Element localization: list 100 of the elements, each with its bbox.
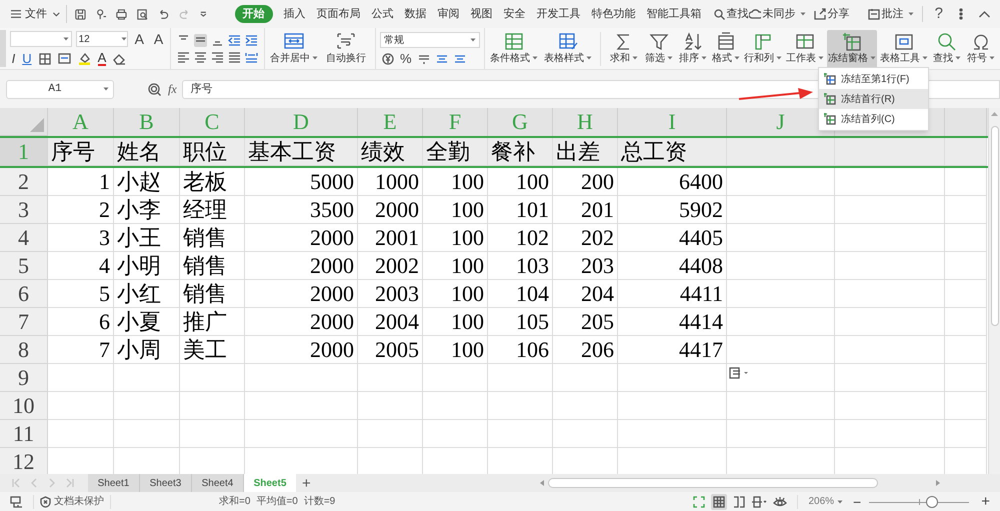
align-right-icon[interactable]: [211, 50, 224, 64]
italic-button[interactable]: I: [12, 52, 16, 65]
row-header[interactable]: 5: [0, 252, 48, 280]
scrollbar-thumb[interactable]: [548, 478, 878, 488]
preview-icon[interactable]: [137, 8, 148, 20]
ribbon-tab[interactable]: 安全: [504, 5, 526, 23]
ribbon-tab[interactable]: 智能工具箱: [646, 5, 702, 23]
font-size-field[interactable]: 12: [76, 31, 128, 47]
eraser-icon[interactable]: [113, 52, 126, 64]
ribbon-tab[interactable]: 页面布局: [316, 5, 361, 23]
ribbon-button[interactable]: 格式: [711, 30, 741, 68]
percent-button[interactable]: %: [400, 52, 412, 65]
fill-color-icon[interactable]: [78, 52, 91, 65]
align-center-icon[interactable]: [194, 50, 208, 64]
underline-button[interactable]: U: [22, 52, 32, 65]
ribbon-button[interactable]: 查找: [931, 30, 963, 68]
ribbon-tab[interactable]: 开发工具: [536, 5, 581, 23]
border-icon[interactable]: [38, 52, 51, 64]
row-header[interactable]: 6: [0, 280, 48, 308]
scrollbar-thumb[interactable]: [990, 126, 998, 326]
undo-icon[interactable]: [158, 8, 170, 20]
print-icon[interactable]: [116, 8, 128, 20]
add-sheet-button[interactable]: +: [302, 476, 311, 490]
menu-icon[interactable]: [11, 9, 22, 19]
row-header[interactable]: 2: [0, 168, 48, 196]
collapse-icon[interactable]: [979, 10, 990, 18]
ribbon-button[interactable]: 冻结窗格: [827, 30, 877, 68]
row-header[interactable]: 12: [0, 448, 48, 474]
align-left-icon[interactable]: [177, 50, 190, 64]
ribbon-button[interactable]: 条件格式: [488, 30, 540, 68]
row-header[interactable]: 4: [0, 224, 48, 252]
ribbon-tab[interactable]: 数据: [404, 5, 427, 23]
decrease-indent-icon[interactable]: [228, 34, 242, 46]
number-format-field[interactable]: 常规: [380, 32, 480, 48]
fullscreen-icon[interactable]: [693, 496, 706, 508]
justify-icon[interactable]: [228, 50, 242, 64]
ribbon-button[interactable]: 行和列: [743, 30, 783, 68]
ribbon-button[interactable]: 筛选: [643, 30, 675, 68]
freeze-icon: [824, 113, 836, 125]
table-cell: 4: [48, 252, 114, 280]
ribbon-tab[interactable]: 视图: [470, 5, 493, 23]
zoom-in-button[interactable]: +: [981, 494, 990, 509]
ribbon-button[interactable]: 表格工具: [879, 30, 929, 68]
help-button[interactable]: ?: [934, 2, 943, 26]
search-button[interactable]: 查找: [714, 6, 749, 22]
menu-item[interactable]: 冻结首行(R): [819, 89, 928, 109]
row-header[interactable]: 9: [0, 364, 48, 392]
page-break-icon[interactable]: [733, 496, 746, 508]
thousands-icon[interactable]: [418, 52, 430, 64]
ribbon-tab[interactable]: 审阅: [438, 5, 460, 23]
name-box[interactable]: A1: [6, 80, 114, 98]
ribbon-button[interactable]: 表格样式: [542, 30, 594, 68]
ribbon-button[interactable]: 排序: [677, 30, 709, 68]
customize-icon[interactable]: [200, 11, 207, 17]
grow-font-button[interactable]: A: [132, 32, 147, 46]
zoom-slider[interactable]: [869, 496, 970, 508]
zoom-level-dropdown[interactable]: 206%: [808, 494, 844, 509]
distributed-icon[interactable]: [245, 50, 258, 64]
zoom-out-button[interactable]: −: [853, 494, 862, 508]
more-icon[interactable]: [959, 8, 963, 20]
row-header[interactable]: 3: [0, 196, 48, 224]
toolbar-button[interactable]: 未同步: [748, 6, 806, 22]
toolbar-button[interactable]: 批注: [868, 6, 914, 22]
wrap-text-button[interactable]: 自动换行: [323, 32, 369, 66]
ribbon-button[interactable]: 符号: [965, 30, 997, 68]
sheet-tab[interactable]: Sheet1: [88, 474, 140, 492]
save-icon[interactable]: [74, 8, 86, 20]
ribbon-button[interactable]: 求和: [607, 30, 641, 68]
currency-icon[interactable]: [382, 52, 394, 64]
sheet-tab[interactable]: Sheet4: [192, 474, 244, 492]
cell-style-icon[interactable]: [58, 52, 71, 64]
zoom-icon[interactable]: [148, 82, 161, 96]
row-header[interactable]: 8: [0, 336, 48, 364]
shrink-font-button[interactable]: A: [150, 32, 166, 46]
font-name-field[interactable]: [10, 31, 72, 47]
slider-thumb[interactable]: [926, 496, 938, 508]
increase-decimal-icon[interactable]: [436, 52, 448, 64]
sheet-tab[interactable]: Sheet3: [140, 474, 192, 492]
toolbar-button[interactable]: 分享: [814, 6, 860, 22]
ribbon-tab[interactable]: 特色功能: [592, 5, 636, 23]
row-header[interactable]: 7: [0, 308, 48, 336]
protection-status[interactable]: 文档未保护: [40, 494, 104, 509]
align-middle-icon[interactable]: [194, 34, 208, 46]
eye-icon[interactable]: [773, 496, 788, 508]
decrease-decimal-icon[interactable]: [454, 52, 466, 64]
row-header[interactable]: 10: [0, 392, 48, 420]
row-header[interactable]: 11: [0, 420, 48, 448]
file-menu[interactable]: 文件: [25, 6, 48, 22]
ribbon-tab[interactable]: 插入: [284, 5, 306, 23]
merge-center-button[interactable]: 合并居中: [271, 32, 317, 66]
ribbon-button[interactable]: 工作表: [785, 30, 825, 68]
function-label[interactable]: fx: [168, 80, 177, 98]
normal-view-icon[interactable]: [711, 494, 728, 510]
ribbon-tab[interactable]: 公式: [372, 5, 394, 23]
paste-options-icon[interactable]: [728, 366, 750, 380]
font-color-button[interactable]: A: [98, 51, 106, 66]
reading-mode-icon[interactable]: [751, 496, 768, 508]
macro-icon[interactable]: [10, 496, 23, 508]
increase-indent-icon[interactable]: [245, 34, 258, 46]
ribbon-tab[interactable]: 开始: [234, 5, 273, 23]
